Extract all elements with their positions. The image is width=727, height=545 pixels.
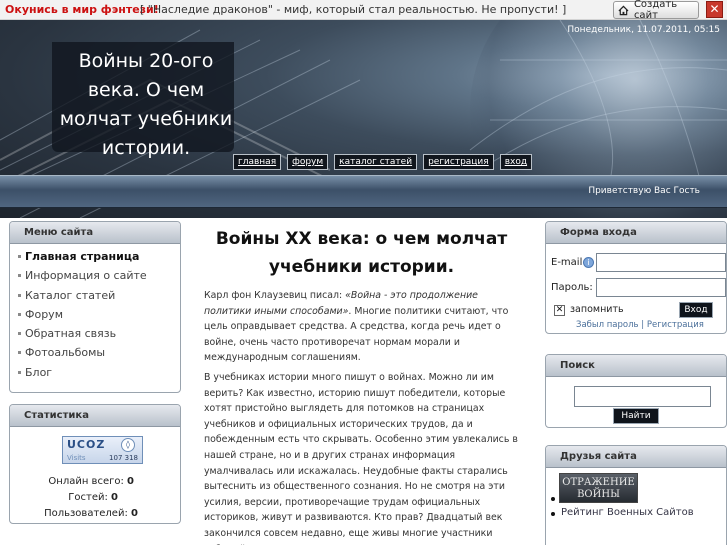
forgot-password-link[interactable]: Забыл пароль: [576, 320, 639, 330]
otrazhenie-voyny-banner[interactable]: ОТРАЖЕНИЕ ВОЙНЫ: [559, 473, 638, 503]
greeting-text: Приветствую Вас Гость: [588, 186, 700, 196]
nav-register[interactable]: регистрация: [423, 154, 494, 170]
search-panel-title: Поиск: [546, 355, 726, 377]
search-panel: Поиск Найти: [545, 354, 727, 428]
create-site-button[interactable]: Создать сайт: [613, 0, 699, 21]
nav-login[interactable]: вход: [499, 154, 533, 170]
nav-forum[interactable]: форум: [287, 154, 329, 170]
menu-item-photo[interactable]: Фотоальбомы: [18, 343, 172, 362]
menu-panel-title: Меню сайта: [10, 222, 180, 244]
ucoz-badge-icon: ◊: [121, 438, 135, 452]
friends-panel-title: Друзья сайта: [546, 446, 726, 468]
list-bullet: [551, 512, 555, 516]
site-title: Войны 20-ого века. О чем молчат учебники…: [59, 50, 233, 159]
site-menu: Главная страница Информация о сайте Ката…: [10, 244, 180, 385]
password-field[interactable]: [596, 278, 726, 297]
ucoz-logo: UCOZ: [67, 438, 106, 451]
counter-value: 107 318: [109, 454, 138, 462]
menu-item-forum[interactable]: Форум: [18, 305, 172, 324]
search-button[interactable]: Найти: [613, 408, 659, 424]
email-label: E-mail:: [551, 257, 586, 268]
stats-panel-title: Статистика: [10, 405, 180, 427]
login-panel-title: Форма входа: [546, 222, 726, 244]
promo-text[interactable]: [ "Наследие драконов" - миф, который ста…: [140, 3, 566, 16]
login-links: Забыл пароль | Регистрация: [576, 320, 704, 330]
top-promo-bar: Окунись в мир фэнтези! [ "Наследие драко…: [0, 0, 727, 21]
menu-item-about[interactable]: Информация о сайте: [18, 266, 172, 285]
email-field[interactable]: [596, 253, 726, 272]
house-icon: [618, 5, 629, 15]
promo-link[interactable]: Окунись в мир фэнтези!: [5, 3, 159, 16]
remember-label: запомнить: [570, 304, 624, 315]
current-date: Понедельник, 11.07.2011, 05:15: [567, 25, 720, 35]
create-site-label: Создать сайт: [633, 0, 678, 21]
menu-panel: Меню сайта Главная страница Информация о…: [9, 221, 181, 393]
article-title: Войны XX века: о чем молчат учебники ист…: [215, 229, 508, 277]
friends-panel: Друзья сайта ОТРАЖЕНИЕ ВОЙНЫ Рейтинг Вое…: [545, 445, 727, 545]
login-panel: Форма входа E-mail: i Пароль: ✕ запомнит…: [545, 221, 727, 334]
menu-item-articles[interactable]: Каталог статей: [18, 286, 172, 305]
password-label: Пароль:: [551, 282, 593, 293]
close-icon[interactable]: ✕: [706, 1, 723, 18]
ucoz-counter[interactable]: UCOZ ◊ Visits 107 318: [62, 436, 143, 464]
menu-item-home[interactable]: Главная страница: [18, 247, 172, 266]
stat-guests: Гостей: 0: [68, 492, 118, 503]
register-link[interactable]: Регистрация: [647, 320, 704, 330]
stat-users: Пользователей: 0: [44, 508, 138, 519]
menu-item-blog[interactable]: Блог: [18, 363, 172, 382]
article-paragraph-1: Карл фон Клаузевиц писал: «Война - это п…: [204, 290, 509, 364]
list-bullet: [551, 497, 555, 501]
site-header: Войны 20-ого века. О чем молчат учебники…: [0, 20, 727, 218]
counter-label: Visits: [67, 454, 86, 462]
login-submit-button[interactable]: Вход: [679, 302, 713, 318]
war-sites-rating-link[interactable]: Рейтинг Военных Сайтов: [561, 507, 694, 518]
remember-checkbox[interactable]: ✕: [554, 305, 565, 316]
stat-online: Онлайн всего: 0: [48, 476, 134, 487]
stats-panel: Статистика UCOZ ◊ Visits 107 318 Онлайн …: [9, 404, 181, 524]
info-icon[interactable]: i: [583, 257, 594, 268]
nav-home[interactable]: главная: [233, 154, 282, 170]
search-input[interactable]: [574, 386, 711, 407]
nav-articles[interactable]: каталог статей: [334, 154, 418, 170]
article-paragraph-2: В учебниках истории много пишут о войнах…: [204, 372, 518, 545]
menu-item-feedback[interactable]: Обратная связь: [18, 324, 172, 343]
main-navigation: главная форум каталог статей регистрация…: [233, 154, 533, 170]
